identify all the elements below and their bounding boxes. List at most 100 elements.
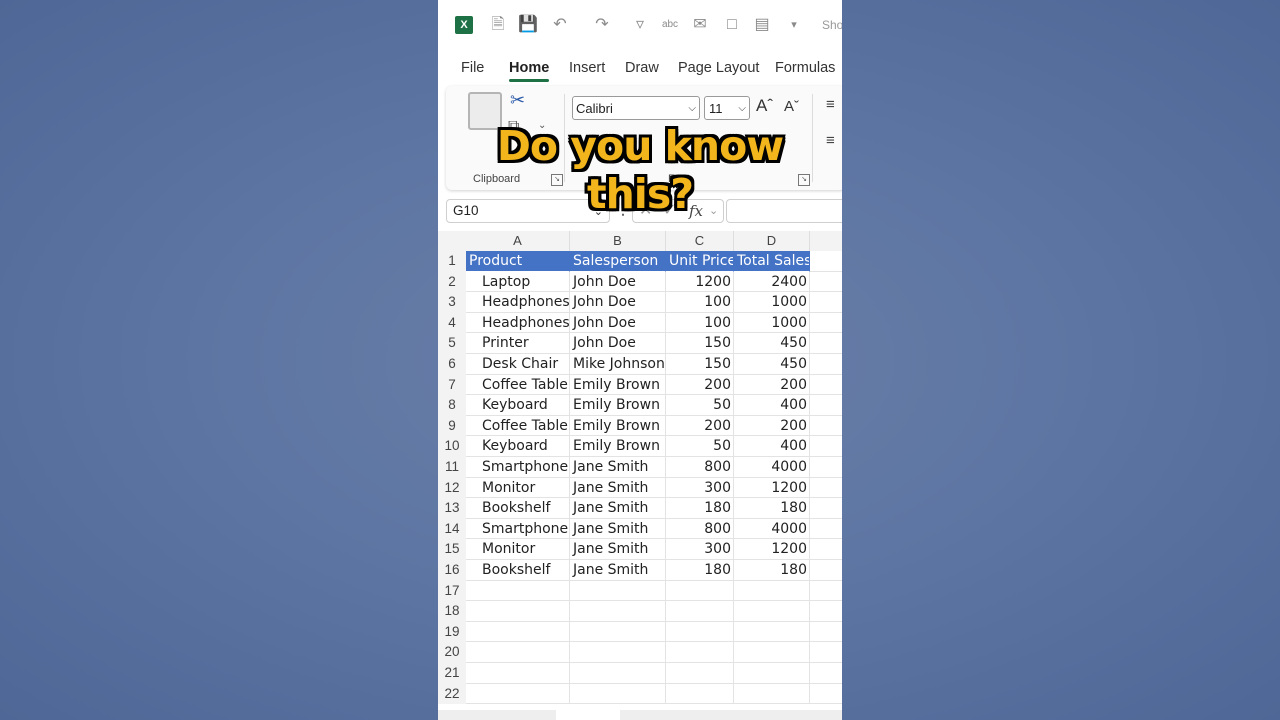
table-cell[interactable]: Coffee Table (466, 374, 570, 396)
tab-page-layout[interactable]: Page Layout (678, 56, 759, 82)
qat-overflow-text[interactable]: Sho (822, 18, 842, 32)
empty-cell[interactable] (734, 580, 810, 602)
table-cell[interactable]: 400 (734, 395, 810, 416)
empty-cell[interactable] (466, 580, 570, 602)
row-header[interactable]: 11 (438, 457, 466, 478)
empty-cell[interactable] (666, 580, 734, 602)
empty-cell[interactable] (734, 601, 810, 622)
cut-icon[interactable]: ✂ (510, 90, 525, 111)
align-top-icon[interactable]: ≡ (826, 96, 835, 113)
empty-cell[interactable] (570, 683, 666, 705)
table-cell[interactable]: John Doe (570, 333, 666, 354)
empty-cell[interactable] (666, 621, 734, 643)
table-cell[interactable]: 200 (666, 374, 734, 396)
empty-cell[interactable] (666, 663, 734, 684)
empty-cell[interactable] (810, 272, 842, 293)
empty-cell[interactable] (466, 642, 570, 663)
table-cell[interactable]: 1200 (734, 539, 810, 560)
table-cell[interactable]: 180 (666, 498, 734, 519)
table-cell[interactable]: Headphones (466, 312, 570, 334)
row-header[interactable]: 20 (438, 642, 466, 663)
empty-cell[interactable] (810, 581, 842, 602)
table-cell[interactable]: Emily Brown (570, 415, 666, 437)
tab-file[interactable]: File (461, 56, 484, 82)
table-cell[interactable]: 180 (734, 560, 810, 581)
empty-cell[interactable] (666, 642, 734, 663)
table-cell[interactable]: 800 (666, 457, 734, 478)
empty-cell[interactable] (810, 478, 842, 499)
table-cell[interactable]: John Doe (570, 292, 666, 313)
table-cell[interactable]: 180 (734, 498, 810, 519)
select-all-corner[interactable] (438, 231, 466, 251)
row-header[interactable]: 9 (438, 415, 466, 437)
row-header[interactable]: 22 (438, 683, 466, 705)
sheet-tab[interactable] (556, 710, 620, 720)
empty-cell[interactable] (810, 436, 842, 457)
table-cell[interactable]: 50 (666, 436, 734, 457)
table-cell[interactable]: Bookshelf (466, 498, 570, 519)
table-cell[interactable]: Emily Brown (570, 436, 666, 457)
header-cell[interactable]: Total Sales (734, 251, 810, 272)
empty-cell[interactable] (466, 601, 570, 622)
row-header[interactable]: 19 (438, 621, 466, 643)
table-cell[interactable]: 50 (666, 395, 734, 416)
empty-cell[interactable] (810, 354, 842, 375)
form-icon[interactable]: ▤ (752, 15, 772, 35)
empty-cell[interactable] (570, 601, 666, 622)
increase-font-size-icon[interactable]: Aˆ (756, 96, 773, 116)
table-cell[interactable]: Monitor (466, 539, 570, 560)
spelling-icon[interactable]: abc (660, 15, 680, 35)
row-header[interactable]: 8 (438, 395, 466, 416)
font-size-select[interactable]: 11 ⌵ (704, 96, 750, 120)
empty-cell[interactable] (810, 663, 842, 684)
table-cell[interactable]: Smartphone (466, 457, 570, 478)
empty-cell[interactable] (810, 622, 842, 643)
table-cell[interactable]: John Doe (570, 271, 666, 293)
table-cell[interactable]: Printer (466, 333, 570, 354)
new-file-icon[interactable]: 🗎 (488, 15, 508, 35)
table-cell[interactable]: 200 (734, 415, 810, 437)
table-cell[interactable]: 800 (666, 518, 734, 540)
table-cell[interactable]: Jane Smith (570, 518, 666, 540)
empty-cell[interactable] (570, 663, 666, 684)
column-header-b[interactable]: B (570, 231, 666, 251)
column-header-c[interactable]: C (666, 231, 734, 251)
empty-cell[interactable] (810, 519, 842, 540)
table-cell[interactable]: Headphones (466, 292, 570, 313)
empty-cell[interactable] (810, 560, 842, 581)
table-cell[interactable]: 1000 (734, 292, 810, 313)
table-cell[interactable]: John Doe (570, 312, 666, 334)
empty-cell[interactable] (666, 683, 734, 705)
decrease-font-size-icon[interactable]: Aˇ (784, 98, 799, 115)
row-header[interactable]: 17 (438, 580, 466, 602)
row-header[interactable]: 18 (438, 601, 466, 622)
tab-draw[interactable]: Draw (625, 56, 659, 82)
undo-icon[interactable]: ↶ (550, 15, 570, 35)
empty-cell[interactable] (810, 642, 842, 663)
table-cell[interactable]: Desk Chair (466, 354, 570, 375)
table-cell[interactable]: 300 (666, 477, 734, 499)
table-cell[interactable]: 450 (734, 354, 810, 375)
table-cell[interactable]: 400 (734, 436, 810, 457)
table-cell[interactable]: Keyboard (466, 395, 570, 416)
table-cell[interactable]: Emily Brown (570, 395, 666, 416)
row-header[interactable]: 1 (438, 251, 466, 272)
table-cell[interactable]: 150 (666, 354, 734, 375)
row-header[interactable]: 13 (438, 498, 466, 519)
table-cell[interactable]: 2400 (734, 271, 810, 293)
empty-cell[interactable] (570, 642, 666, 663)
empty-cell[interactable] (734, 663, 810, 684)
table-cell[interactable]: Smartphone (466, 518, 570, 540)
empty-cell[interactable] (666, 601, 734, 622)
table-cell[interactable]: Monitor (466, 477, 570, 499)
table-cell[interactable]: 1000 (734, 312, 810, 334)
empty-cell[interactable] (810, 498, 842, 519)
table-cell[interactable]: 4000 (734, 518, 810, 540)
row-header[interactable]: 12 (438, 477, 466, 499)
table-cell[interactable]: Jane Smith (570, 539, 666, 560)
row-header[interactable]: 2 (438, 271, 466, 293)
empty-cell[interactable] (810, 313, 842, 334)
redo-icon[interactable]: ↷ (592, 15, 612, 35)
table-cell[interactable]: Keyboard (466, 436, 570, 457)
column-header-a[interactable]: A (466, 231, 570, 251)
